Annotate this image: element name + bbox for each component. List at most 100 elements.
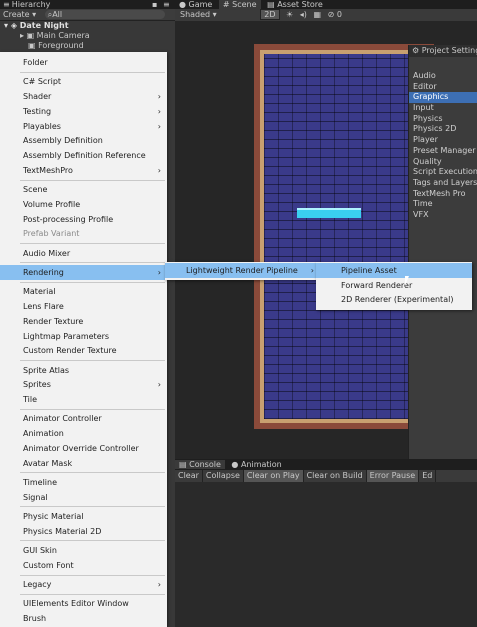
menu-separator <box>20 593 165 595</box>
menu-item-folder[interactable]: Folder <box>0 55 167 70</box>
lock-icon[interactable]: ▪ <box>152 0 157 9</box>
menu-item-animator-controller[interactable]: Animator Controller <box>0 411 167 426</box>
tab-scene[interactable]: # Scene <box>218 0 261 9</box>
settings-item-input[interactable]: Input <box>409 103 477 114</box>
tab-animation[interactable]: ● Animation <box>227 460 285 469</box>
menu-item-testing[interactable]: Testing › <box>0 104 167 119</box>
settings-item-tags-and-layers[interactable]: Tags and Layers <box>409 178 477 189</box>
gizmos-toggle[interactable]: ⊘ 0 <box>324 10 342 19</box>
settings-item-quality[interactable]: Quality <box>409 157 477 168</box>
menu-separator <box>20 574 165 576</box>
chevron-right-icon: › <box>157 92 161 102</box>
create-dropdown[interactable]: Create ▾ <box>0 10 36 19</box>
menu-item-scene[interactable]: Scene <box>0 182 167 197</box>
menu-item-label: Animator Override Controller <box>23 443 139 453</box>
scene-row[interactable]: ▾ ◈ Date Night <box>0 21 175 31</box>
menu-item-post-processing-profile[interactable]: Post-processing Profile <box>0 212 167 227</box>
menu-separator <box>20 360 165 361</box>
menu-item-shader[interactable]: Shader › <box>0 89 167 104</box>
expand-icon[interactable]: ▸ <box>20 31 24 40</box>
console-error-pause-button[interactable]: Error Pause <box>366 470 420 482</box>
animation-icon: ● <box>231 460 239 469</box>
effects-icon[interactable]: ▦ <box>309 10 321 19</box>
menu-separator <box>20 540 165 542</box>
menu-item-sprite-atlas[interactable]: Sprite Atlas <box>0 363 167 378</box>
menu-item-legacy[interactable]: Legacy › <box>0 577 167 592</box>
menu-item-uielements-editor-window[interactable]: UIElements Editor Window <box>0 596 167 611</box>
menu-item-textmeshpro[interactable]: TextMeshPro › <box>0 163 167 178</box>
settings-item-player[interactable]: Player <box>409 135 477 146</box>
menu-item-sprites[interactable]: Sprites › <box>0 377 167 392</box>
settings-item-graphics[interactable]: Graphics <box>409 92 477 104</box>
menu-separator <box>20 408 165 410</box>
console-clear-on-play-button[interactable]: Clear on Play <box>243 470 304 482</box>
console-clear-button[interactable]: Clear <box>175 470 203 482</box>
menu-item-lightweight-render-pipeline[interactable]: Lightweight Render Pipeline › <box>165 263 320 278</box>
menu-item-assembly-definition-reference[interactable]: Assembly Definition Reference <box>0 148 167 163</box>
tab-asset-store-label: Asset Store <box>277 0 323 9</box>
menu-item-forward-renderer[interactable]: Forward Renderer <box>316 278 472 293</box>
menu-item-label: TextMeshPro <box>23 165 73 175</box>
tab-game-label: Game <box>188 0 213 9</box>
settings-item-script-execution[interactable]: Script Execution <box>409 167 477 178</box>
menu-item-rendering[interactable]: Rendering › <box>0 264 167 280</box>
settings-item-physics-2d[interactable]: Physics 2D <box>409 124 477 135</box>
menu-item-signal[interactable]: Signal <box>0 490 167 505</box>
console-ed-button[interactable]: Ed <box>419 470 437 482</box>
menu-item-label: Shader <box>23 92 52 102</box>
menu-item-lightmap-parameters[interactable]: Lightmap Parameters <box>0 329 167 344</box>
menu-item-lens-flare[interactable]: Lens Flare <box>0 299 167 314</box>
menu-item-animation[interactable]: Animation <box>0 426 167 441</box>
settings-item-vfx[interactable]: VFX <box>409 210 477 221</box>
settings-item-textmesh-pro[interactable]: TextMesh Pro <box>409 189 477 200</box>
tab-game[interactable]: ● Game <box>175 0 216 9</box>
menu-item-label: Rendering <box>23 267 64 277</box>
tree-item-foreground[interactable]: ▣ Foreground <box>0 41 175 51</box>
menu-icon[interactable]: ≡ <box>163 0 170 9</box>
console-clear-on-build-button[interactable]: Clear on Build <box>304 470 367 482</box>
console-collapse-button[interactable]: Collapse <box>203 470 244 482</box>
settings-item-editor[interactable]: Editor <box>409 82 477 93</box>
menu-item-physic-material[interactable]: Physic Material <box>0 509 167 524</box>
tab-console[interactable]: ▤ Console <box>175 460 225 469</box>
menu-item-audio-mixer[interactable]: Audio Mixer <box>0 246 167 261</box>
menu-item-2d-renderer-experimental[interactable]: 2D Renderer (Experimental) <box>316 292 472 307</box>
menu-item-volume-profile[interactable]: Volume Profile <box>0 197 167 212</box>
menu-item-avatar-mask[interactable]: Avatar Mask <box>0 456 167 471</box>
tree-item-main-camera[interactable]: ▸ ▣ Main Camera <box>0 31 175 41</box>
menu-item-label: Physics Material 2D <box>23 526 102 536</box>
hierarchy-tab[interactable]: ≡ Hierarchy ▪ ≡ <box>0 0 175 9</box>
menu-item-label: Pipeline Asset <box>341 266 397 275</box>
settings-item-audio[interactable]: Audio <box>409 71 477 82</box>
menu-item-playables[interactable]: Playables › <box>0 119 167 134</box>
tab-asset-store[interactable]: ▤ Asset Store <box>263 0 327 9</box>
settings-item-time[interactable]: Time <box>409 199 477 210</box>
menu-item-pipeline-asset[interactable]: Pipeline Asset <box>316 263 472 278</box>
mode-2d-label: 2D <box>264 10 276 19</box>
menu-item-render-texture[interactable]: Render Texture <box>0 314 167 329</box>
light-icon[interactable]: ☀ <box>282 10 293 19</box>
menu-item-custom-font[interactable]: Custom Font <box>0 558 167 573</box>
menu-item-timeline[interactable]: Timeline <box>0 475 167 490</box>
shading-dropdown[interactable]: Shaded ▾ <box>175 10 222 19</box>
menu-item-label: Brush <box>23 614 47 624</box>
menu-separator <box>20 243 165 245</box>
menu-item-assembly-definition[interactable]: Assembly Definition <box>0 133 167 148</box>
scene-toolbar: Shaded ▾ 2D ☀ ◂) ▦ ⊘ 0 <box>175 9 477 21</box>
menu-item-gui-skin[interactable]: GUI Skin <box>0 543 167 558</box>
menu-item-label: GUI Skin <box>23 546 57 555</box>
menu-item-physics-material-2d[interactable]: Physics Material 2D <box>0 524 167 539</box>
menu-item-animator-override-controller[interactable]: Animator Override Controller <box>0 441 167 456</box>
settings-item-preset-manager[interactable]: Preset Manager <box>409 146 477 157</box>
mode-2d-toggle[interactable]: 2D <box>260 9 280 20</box>
menu-item-brush[interactable]: Brush <box>0 611 167 626</box>
project-settings-title: Project Settings <box>421 46 477 55</box>
search-field[interactable]: ⌕All <box>44 10 165 19</box>
menu-item-c-script[interactable]: C# Script <box>0 74 167 89</box>
menu-item-tile[interactable]: Tile <box>0 392 167 407</box>
settings-item-physics[interactable]: Physics <box>409 114 477 125</box>
expand-icon[interactable]: ▾ <box>4 21 8 30</box>
audio-icon[interactable]: ◂) <box>296 10 307 19</box>
menu-item-material[interactable]: Material <box>0 284 167 299</box>
menu-item-custom-render-texture[interactable]: Custom Render Texture <box>0 343 167 358</box>
